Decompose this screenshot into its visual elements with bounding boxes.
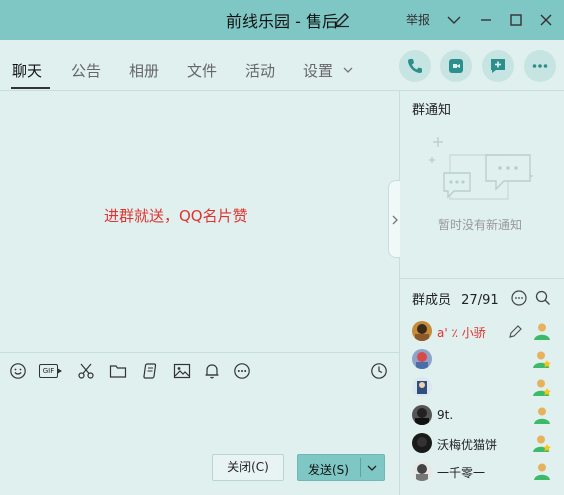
- scissors-icon[interactable]: [77, 362, 95, 380]
- chevron-down-icon[interactable]: [444, 10, 464, 30]
- report-button[interactable]: 举报: [406, 11, 430, 28]
- more-icon[interactable]: [233, 362, 251, 380]
- member-row[interactable]: a' ٪ 小骄: [400, 318, 564, 346]
- tab-chat[interactable]: 聊天: [12, 60, 42, 81]
- gif-icon[interactable]: GIF: [39, 363, 63, 379]
- chat-message: 进群就送，QQ名片赞: [104, 207, 248, 225]
- member-role-icon: [534, 463, 550, 480]
- empty-notice-illustration: [429, 137, 533, 200]
- search-icon[interactable]: [534, 289, 552, 307]
- tab-settings[interactable]: 设置: [303, 60, 333, 81]
- gif-arrow-icon: [57, 368, 62, 374]
- close-button[interactable]: 关闭(C): [212, 454, 284, 481]
- members-header-label: 群成员: [412, 293, 452, 308]
- chat-window: 前线乐园 - 售后 举报 聊天 公告 相册 文件 活动 设置 进群就送，QQ名片…: [0, 0, 564, 495]
- member-name: 9t.: [437, 408, 454, 422]
- member-name: 一千零一: [437, 466, 486, 480]
- edit-icon[interactable]: [333, 11, 351, 29]
- edit-icon[interactable]: [508, 323, 524, 339]
- member-row[interactable]: [400, 374, 564, 402]
- member-row[interactable]: 沃梅优猫饼: [400, 430, 564, 458]
- title-bar: 前线乐园 - 售后 举报: [0, 0, 564, 40]
- tab-files[interactable]: 文件: [187, 60, 217, 81]
- more-icon: [532, 64, 548, 68]
- member-row[interactable]: 9t.: [400, 402, 564, 430]
- avatar: [412, 377, 432, 397]
- notice-empty-text: 暂时没有新通知: [438, 218, 523, 232]
- maximize-icon[interactable]: [506, 10, 526, 30]
- bell-icon[interactable]: [203, 362, 221, 380]
- active-tab-indicator: [11, 87, 50, 89]
- admin-role-icon: [533, 379, 551, 396]
- message-plus-icon: [491, 59, 505, 73]
- tab-divider: [0, 90, 564, 91]
- members-chat-icon[interactable]: [510, 289, 528, 307]
- avatar: [412, 405, 432, 425]
- chevron-down-icon[interactable]: [342, 64, 354, 76]
- shake-icon[interactable]: [142, 362, 160, 380]
- tab-announcement[interactable]: 公告: [71, 60, 101, 81]
- minimize-icon[interactable]: [476, 10, 496, 30]
- folder-icon[interactable]: [109, 362, 127, 380]
- panel-collapse-handle[interactable]: [388, 180, 400, 258]
- tab-album[interactable]: 相册: [129, 60, 159, 81]
- member-role-icon: [534, 407, 550, 424]
- send-button-label: 发送(S): [308, 463, 349, 477]
- avatar: [412, 433, 432, 453]
- owner-role-icon: [534, 323, 550, 340]
- phone-icon: [408, 59, 422, 73]
- avatar: [412, 321, 432, 341]
- image-icon[interactable]: [173, 362, 191, 380]
- avatar: [412, 349, 432, 369]
- chevron-right-icon: [392, 215, 398, 225]
- gif-label: GIF: [39, 364, 58, 378]
- members-divider: [400, 278, 564, 279]
- member-name: a' ٪ 小骄: [437, 326, 486, 340]
- admin-role-icon: [533, 435, 551, 452]
- close-icon[interactable]: [536, 10, 556, 30]
- video-icon: [449, 59, 463, 73]
- member-row[interactable]: 一千零一: [400, 458, 564, 486]
- tab-activity[interactable]: 活动: [245, 60, 275, 81]
- send-button-separator: [360, 458, 361, 477]
- input-divider: [0, 352, 399, 353]
- group-notice-title: 群通知: [412, 103, 452, 118]
- more-button[interactable]: [524, 50, 556, 82]
- video-call-button[interactable]: [440, 50, 472, 82]
- new-message-button[interactable]: [482, 50, 514, 82]
- members-header: 群成员 27/91: [412, 289, 499, 308]
- chevron-down-icon[interactable]: [366, 462, 378, 474]
- members-count: 27/91: [461, 293, 499, 308]
- send-button[interactable]: 发送(S): [297, 454, 385, 481]
- member-name: 沃梅优猫饼: [437, 438, 498, 452]
- phone-button[interactable]: [399, 50, 431, 82]
- admin-role-icon: [533, 351, 551, 368]
- history-icon[interactable]: [370, 362, 388, 380]
- emoji-icon[interactable]: [9, 362, 27, 380]
- avatar: [412, 461, 432, 481]
- member-row[interactable]: [400, 346, 564, 374]
